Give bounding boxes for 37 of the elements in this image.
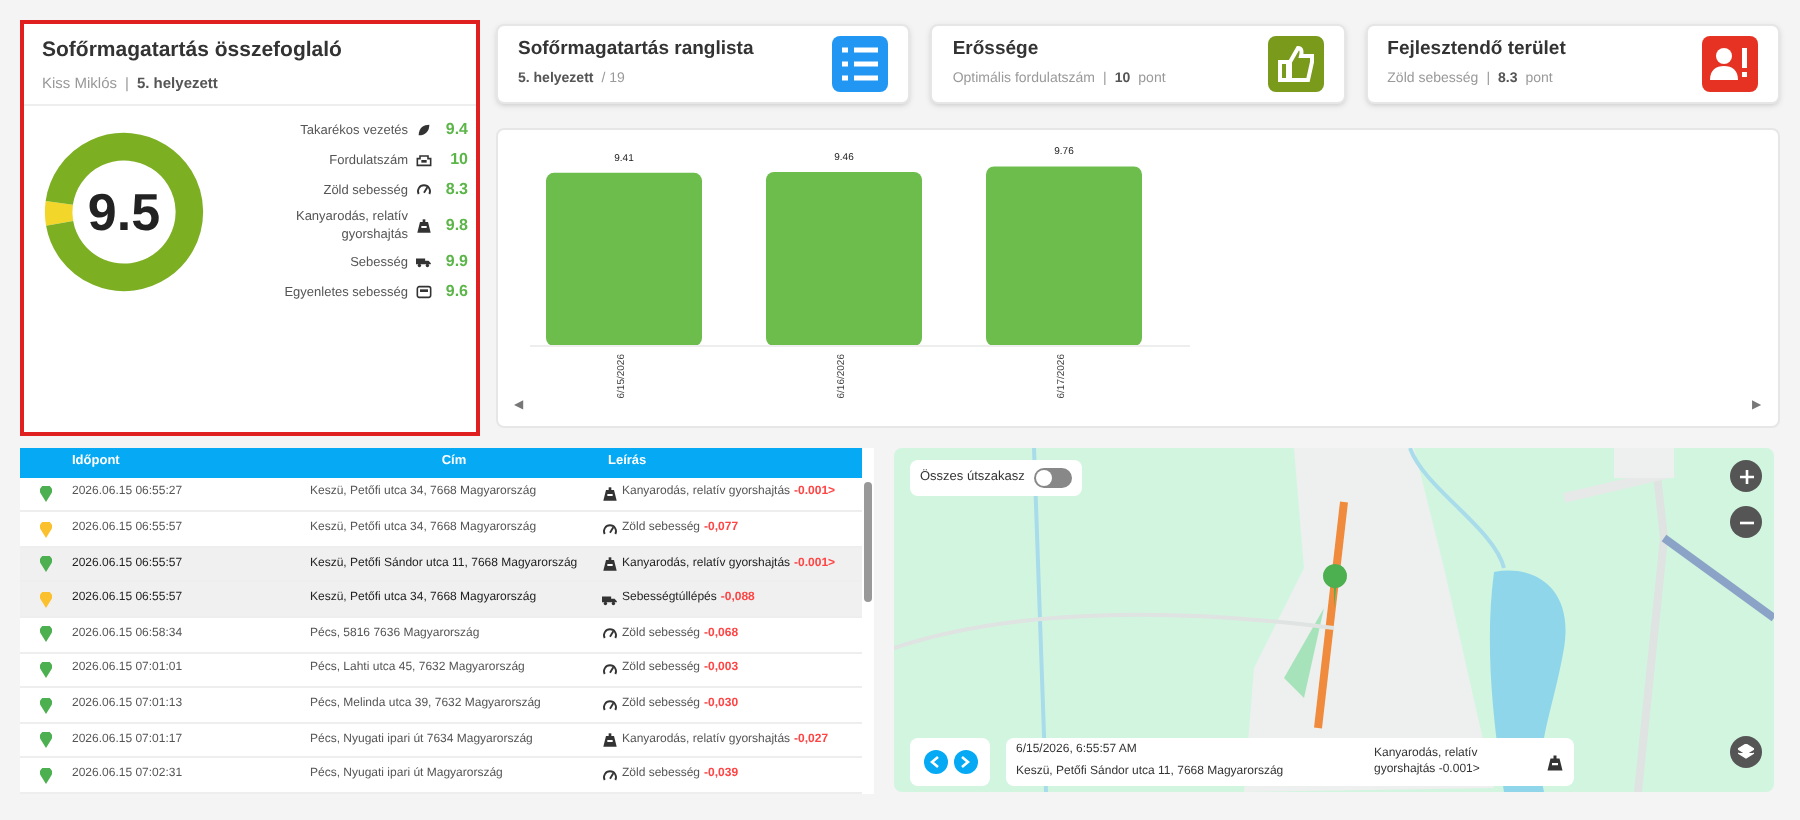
card-title: Sofőrmagatartás összefoglaló: [42, 36, 344, 66]
gauge-icon: [602, 767, 618, 784]
leaf-icon: [416, 122, 432, 138]
layers-icon: [1738, 744, 1754, 760]
metric-value: 9.4: [443, 118, 468, 142]
gauge-icon: [602, 661, 618, 678]
road-sign-icon: [1546, 753, 1564, 771]
plus-icon: [1739, 469, 1753, 483]
metric-value: 9.6: [443, 280, 468, 304]
road-sign-icon: [416, 218, 432, 234]
card-title: Fejlesztendő terület: [1387, 36, 1566, 65]
numbered-list-icon: [832, 36, 889, 92]
road-sign-icon: [602, 485, 618, 502]
previous-button[interactable]: [923, 750, 947, 774]
card-title: Erőssége: [952, 36, 1041, 65]
truck-icon: [602, 591, 618, 608]
gauge-icon: [602, 521, 618, 538]
toggle-switch[interactable]: [1034, 468, 1073, 488]
truck-icon: [416, 254, 432, 270]
gauge-icon: [416, 182, 432, 198]
user-alert-icon: [1701, 36, 1758, 92]
engine-icon: [416, 152, 432, 168]
chevron-left-icon: [930, 756, 940, 768]
card-title: Sofőrmagatartás ranglista: [518, 36, 754, 65]
metric-value: 8.3: [443, 178, 468, 202]
road-sign-icon: [602, 556, 618, 573]
road-sign-icon: [602, 732, 618, 749]
metric-value: 9.8: [443, 214, 468, 238]
next-button[interactable]: [953, 750, 977, 774]
score-value: 9.5: [87, 179, 161, 245]
bus-icon: [416, 284, 432, 300]
gauge-icon: [602, 697, 618, 713]
metric-value: 10: [448, 148, 468, 172]
metric-value: 9.9: [443, 250, 468, 274]
thumbs-up-icon: [1267, 36, 1324, 92]
gauge-icon: [602, 626, 618, 643]
chevron-right-icon: [960, 756, 970, 768]
